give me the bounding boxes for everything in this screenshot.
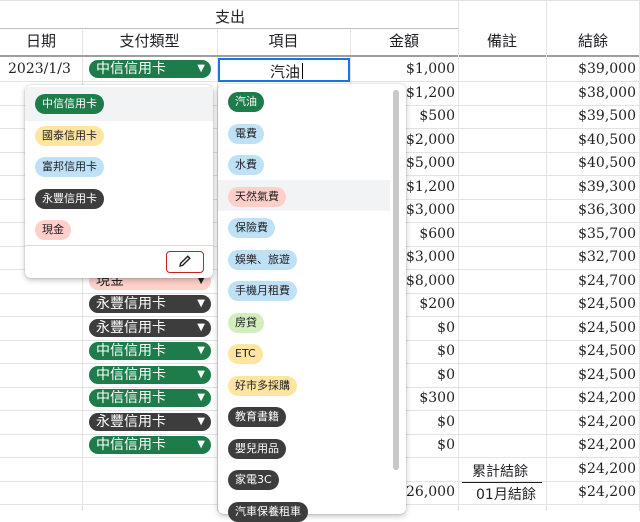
pay-type-label: 中信信用卡 [96, 390, 166, 406]
pay-option-2[interactable]: 富邦信用卡 [35, 157, 104, 177]
header-pay-type: 支付類型 [119, 32, 180, 50]
balance-cell: $24,500 [578, 343, 636, 359]
header-balance: 結餘 [577, 32, 608, 50]
pay-type-label: 中信信用卡 [96, 343, 166, 359]
item-option-13[interactable]: 汽車保養租車 [228, 501, 308, 522]
item-option-12[interactable]: 家電3C [228, 470, 279, 490]
pay-type-label: 永豐信用卡 [96, 296, 166, 312]
item-option-11[interactable]: 嬰兒用品 [228, 438, 286, 459]
pay-type-chip[interactable]: 永豐信用卡 ▼ [89, 412, 211, 431]
cumulative-label: 累計結餘 [472, 463, 528, 480]
balance-cell: $24,500 [578, 366, 636, 383]
cumulative-value: $24,200 [578, 460, 636, 477]
pay-option-1[interactable]: 國泰信用卡 [35, 125, 104, 146]
balance-cell: $40,500 [578, 131, 636, 148]
item-option-2[interactable]: 水費 [228, 155, 264, 175]
edit-options-button[interactable] [166, 251, 204, 273]
header-item: 項目 [268, 32, 299, 50]
dropdown-arrow-icon: ▼ [197, 392, 205, 403]
balance-cell: $40,500 [578, 155, 636, 171]
pay-type-label: 中信信用卡 [96, 437, 166, 453]
item-option-9[interactable]: 好市多採購 [228, 375, 297, 396]
dropdown-arrow-icon: ▼ [197, 63, 205, 74]
pay-type-label: 永豐信用卡 [96, 319, 166, 336]
balance-cell: $39,300 [578, 178, 636, 195]
pay-type-label: 中信信用卡 [96, 61, 166, 77]
dropdown-arrow-icon: ▼ [197, 345, 205, 356]
pay-type-chip[interactable]: 中信信用卡 ▼ [89, 365, 211, 384]
item-option-7[interactable]: 房貸 [228, 312, 264, 333]
balance-cell: $39,500 [578, 108, 636, 124]
header-expense: 支出 [214, 8, 245, 26]
month-amount[interactable]: 26,000 [400, 484, 455, 500]
pay-type-chip[interactable]: 永豐信用卡 ▼ [89, 318, 211, 337]
balance-cell: $39,000 [578, 61, 636, 77]
dropdown-arrow-icon: ▼ [197, 415, 205, 427]
pay-option-0[interactable]: 中信信用卡 [35, 94, 104, 114]
item-option-4[interactable]: 保險費 [228, 218, 275, 238]
pay-type-chip[interactable]: 永豐信用卡 ▼ [89, 295, 211, 313]
item-option-3[interactable]: 天然氣費 [228, 186, 286, 207]
pay-type-chip[interactable]: 中信信用卡 ▼ [89, 342, 211, 360]
balance-cell: $38,000 [578, 84, 636, 101]
item-option-6[interactable]: 手機月租費 [228, 281, 297, 301]
pay-type-label: 永豐信用卡 [96, 413, 166, 430]
item-option-1[interactable]: 電費 [228, 123, 264, 144]
month-label: 01月結餘 [476, 487, 536, 503]
balance-cell: $24,200 [578, 390, 636, 406]
active-item-cell[interactable]: 汽油 [218, 58, 350, 82]
balance-cell: $36,300 [578, 202, 636, 218]
month-value: $24,200 [578, 484, 636, 500]
item-dropdown: 汽油電費水費天然氣費保險費娛樂、旅遊手機月租費房貸 ETC 好市多採購教育書籍嬰兒用… [218, 84, 406, 522]
header-amount: 金額 [388, 32, 419, 50]
date-cell[interactable]: 2023/1/3 [8, 61, 71, 77]
item-option-10[interactable]: 教育書籍 [228, 407, 286, 427]
dropdown-arrow-icon: ▼ [197, 321, 205, 333]
balance-cell: $24,500 [578, 319, 636, 336]
balance-cell: $24,700 [578, 272, 636, 289]
balance-cell: $24,200 [578, 437, 636, 453]
dropdown-arrow-icon: ▼ [197, 368, 205, 380]
item-option-0[interactable]: 汽油 [228, 92, 264, 112]
active-item-value: 汽油 [270, 63, 301, 81]
item-option-5[interactable]: 娛樂、旅遊 [228, 249, 297, 270]
pay-type-dropdown: 中信信用卡國泰信用卡富邦信用卡永豐信用卡現金 [25, 85, 213, 278]
pay-type-chip[interactable]: 中信信用卡 ▼ [89, 60, 211, 78]
expense-header-group: 支出 日期 支付類型 項目 金額 備註 結餘 [0, 0, 640, 58]
item-dropdown-scrollbar[interactable] [393, 90, 399, 470]
pay-type-label: 中信信用卡 [96, 366, 166, 383]
balance-cell: $32,700 [578, 249, 636, 265]
item-option-8[interactable]: ETC [228, 344, 263, 364]
pay-option-3[interactable]: 永豐信用卡 [35, 188, 104, 209]
header-note: 備註 [486, 32, 517, 50]
dropdown-arrow-icon: ▼ [197, 298, 205, 309]
pay-option-4[interactable]: 現金 [35, 220, 71, 240]
balance-cell: $24,500 [578, 296, 636, 312]
pay-type-chip[interactable]: 中信信用卡 ▼ [89, 436, 211, 454]
balance-cell: $35,700 [578, 225, 636, 242]
header-date: 日期 [25, 32, 56, 50]
pencil-icon [177, 253, 193, 273]
balance-cell: $24,200 [578, 413, 636, 430]
pay-type-chip[interactable]: 中信信用卡 ▼ [89, 389, 211, 407]
amount-cell[interactable]: $1,000 [352, 61, 455, 77]
dropdown-arrow-icon: ▼ [197, 439, 205, 450]
